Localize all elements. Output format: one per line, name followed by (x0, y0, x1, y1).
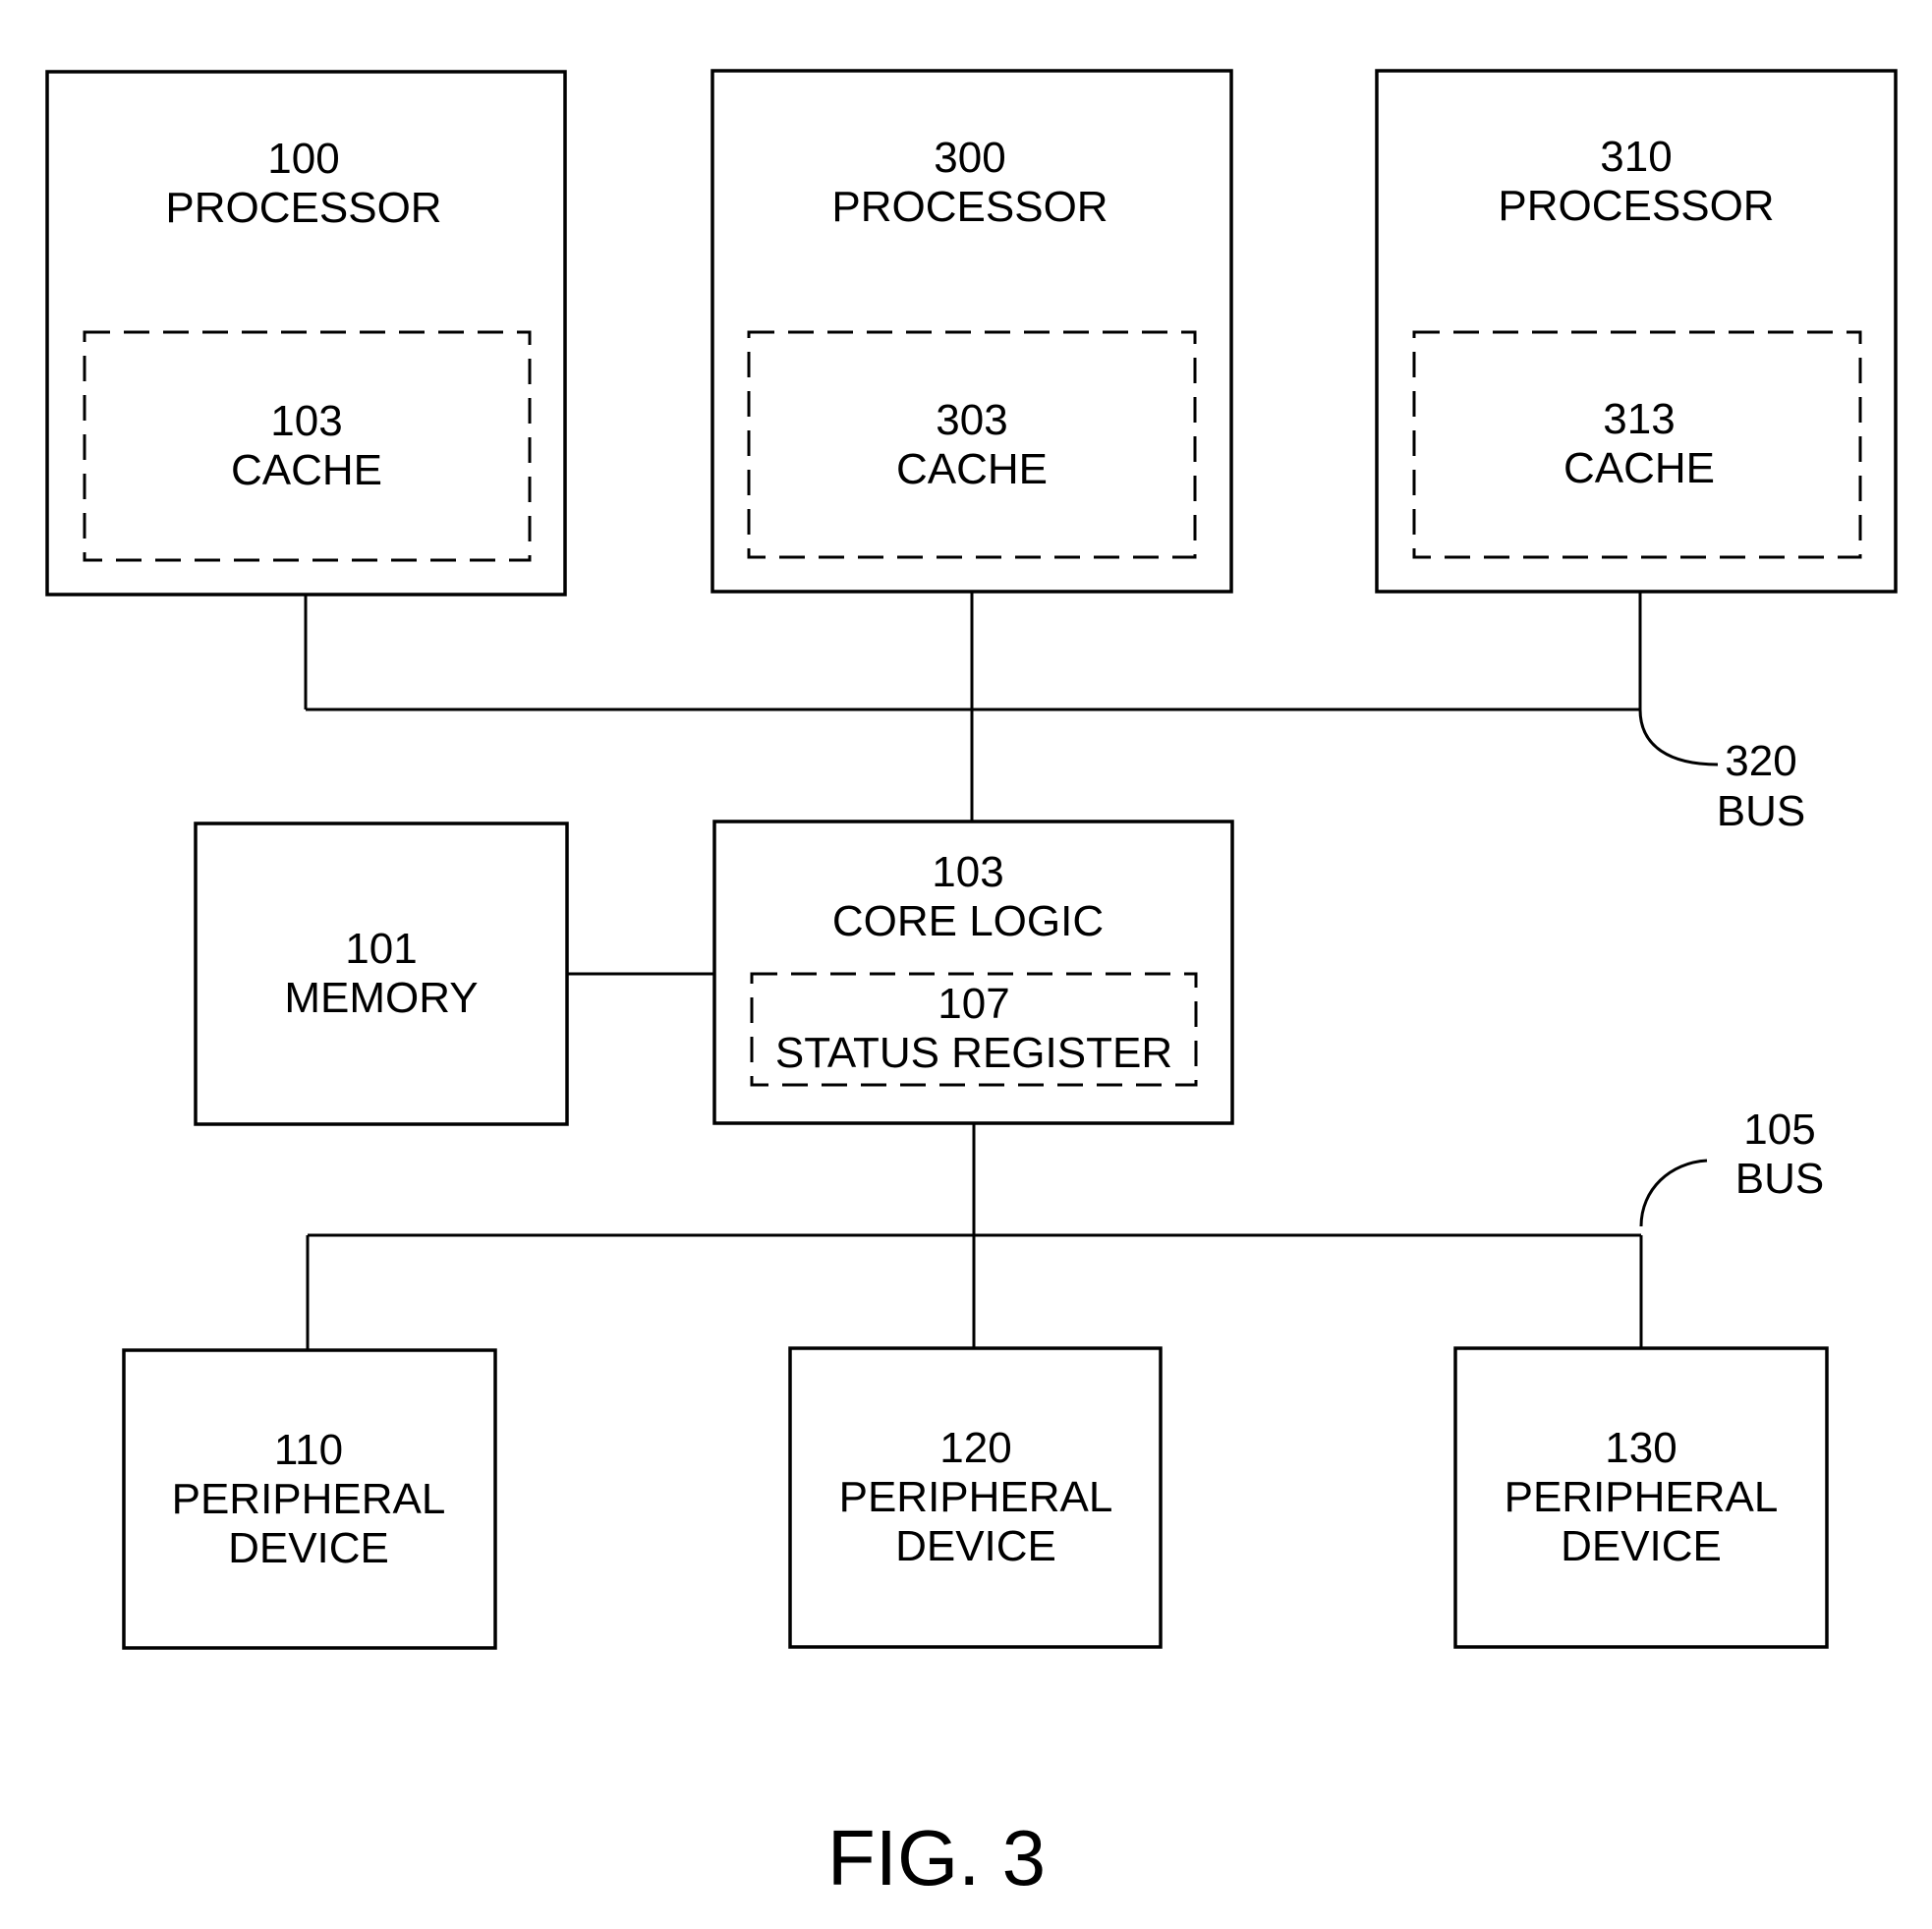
processor-300: 300 PROCESSOR 303 CACHE (710, 69, 1233, 594)
processor-310-ref: 310 (1600, 133, 1672, 181)
processor-300-label: PROCESSOR (831, 183, 1108, 231)
peripheral-110: 110 PERIPHERAL DEVICE (122, 1348, 497, 1650)
bus-105-text: BUS (1735, 1155, 1824, 1203)
cache-313-label: CACHE (1563, 444, 1715, 492)
bus-320-text: BUS (1717, 787, 1805, 835)
peripheral-130-line1: PERIPHERAL (1505, 1473, 1779, 1521)
core-logic-label: CORE LOGIC (832, 897, 1104, 945)
peripheral-120: 120 PERIPHERAL DEVICE (788, 1346, 1163, 1649)
bus-320-label: 320 BUS (1717, 737, 1805, 835)
peripheral-110-line1: PERIPHERAL (172, 1475, 446, 1523)
peripheral-110-line2: DEVICE (228, 1524, 389, 1572)
figure-caption: FIG. 3 (827, 1814, 1046, 1901)
status-register-label: STATUS REGISTER (775, 1029, 1172, 1077)
processor-100: 100 PROCESSOR 103 CACHE (45, 70, 567, 596)
processor-310-label: PROCESSOR (1498, 182, 1774, 230)
bus-105-label: 105 BUS (1735, 1106, 1824, 1203)
cache-313-ref: 313 (1603, 395, 1675, 443)
processor-300-ref: 300 (934, 134, 1005, 182)
peripheral-120-line1: PERIPHERAL (839, 1473, 1113, 1521)
cache-303-label: CACHE (896, 445, 1048, 493)
core-logic-103: 103 CORE LOGIC 107 STATUS REGISTER (712, 820, 1234, 1125)
cache-303-ref: 303 (936, 396, 1007, 444)
cache-103-ref: 103 (270, 397, 342, 445)
memory-ref: 101 (345, 925, 417, 973)
processor-310: 310 PROCESSOR 313 CACHE (1375, 69, 1898, 594)
memory-label: MEMORY (284, 974, 478, 1022)
processor-100-label: PROCESSOR (165, 184, 441, 232)
bus-105-ref: 105 (1743, 1106, 1815, 1154)
core-logic-ref: 103 (932, 848, 1003, 896)
bus-320-wiring (304, 592, 1719, 822)
bus-105-wiring (306, 1123, 1708, 1350)
bus-320-leader (1638, 709, 1719, 766)
memory-101: 101 MEMORY (194, 822, 569, 1126)
bus-105-leader (1639, 1159, 1708, 1227)
peripheral-130-line2: DEVICE (1561, 1522, 1722, 1570)
processor-100-ref: 100 (267, 135, 339, 183)
bus-320-ref: 320 (1725, 737, 1796, 785)
peripheral-120-line2: DEVICE (895, 1522, 1056, 1570)
peripheral-110-ref: 110 (274, 1426, 343, 1474)
peripheral-120-ref: 120 (939, 1424, 1011, 1472)
peripheral-130-ref: 130 (1605, 1424, 1676, 1472)
block-diagram: 100 PROCESSOR 103 CACHE 300 PROCESSOR 30… (45, 69, 1898, 1901)
peripheral-130: 130 PERIPHERAL DEVICE (1453, 1346, 1829, 1649)
cache-103-label: CACHE (231, 446, 382, 494)
status-register-ref: 107 (938, 980, 1009, 1028)
